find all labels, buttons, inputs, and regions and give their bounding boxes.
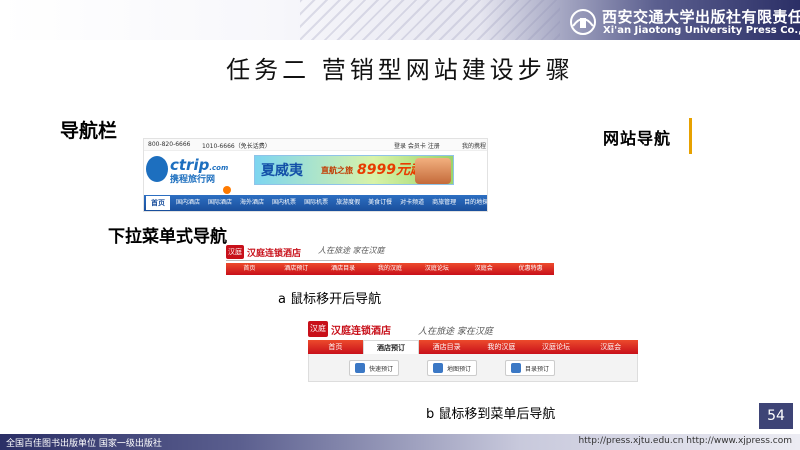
nav-item[interactable]: 国内酒店 xyxy=(172,195,204,211)
footer-band: 全国百佳图书出版单位 国家一级出版社 http://press.xjtu.edu… xyxy=(0,434,800,450)
hanting-logo-name: 汉庭连锁酒店 xyxy=(331,325,391,337)
map-booking-label: 地图预订 xyxy=(447,365,472,373)
hanting-logo[interactable]: 汉庭 汉庭连锁酒店 xyxy=(226,243,301,261)
caption-a: a 鼠标移开后导航 xyxy=(278,292,382,307)
publisher-name-en: Xi'an Jiaotong University Press Co., Ltd… xyxy=(603,25,800,36)
caption-b: b 鼠标移到菜单后导航 xyxy=(426,407,556,422)
nav-item[interactable]: 汉庭论坛 xyxy=(413,263,460,275)
nav-item[interactable]: 国际机票 xyxy=(300,195,332,211)
nav-item[interactable]: 商旅管理 xyxy=(428,195,460,211)
nav-item[interactable]: 对卡频道 xyxy=(396,195,428,211)
nav-item[interactable]: 国内机票 xyxy=(268,195,300,211)
booking-icon xyxy=(355,363,365,373)
catalog-icon xyxy=(511,363,521,373)
hanting-slogan: 人在旅途 家在汉庭 xyxy=(418,327,493,337)
ctrip-ad-title: 夏威夷 xyxy=(261,163,303,179)
nav-item[interactable]: 目的地探索 xyxy=(460,195,487,211)
ctrip-nav-items: 国内酒店 国际酒店 海外酒店 国内机票 国际机票 旅游度假 美食订餐 对卡频道 商旅管理 目的地探… xyxy=(172,195,487,211)
dropdown-nav-label: 下拉菜单式导航 xyxy=(108,227,227,247)
catalog-booking-button[interactable]: 目录预订 xyxy=(505,360,556,376)
ctrip-ad-price: 8999元起 xyxy=(357,162,424,178)
hanting-divider xyxy=(226,260,361,261)
hanting-logo-name: 汉庭连锁酒店 xyxy=(247,248,302,259)
ctrip-logo[interactable]: ctrip.com 携程旅行网 xyxy=(146,154,246,185)
header-pattern xyxy=(300,0,560,40)
ctrip-ad-subtitle: 直航之旅 xyxy=(321,166,353,175)
hanting-logo-mark: 汉庭 xyxy=(308,321,328,337)
nav-item[interactable]: 酒店目录 xyxy=(320,263,367,275)
nav-item[interactable]: 首页 xyxy=(226,263,273,275)
ctrip-logo-com: .com xyxy=(209,164,229,172)
nav-item[interactable]: 海外酒店 xyxy=(236,195,268,211)
page-number: 54 xyxy=(759,403,793,429)
publisher-name: 西安交通大学出版社有限责任公司 xyxy=(602,8,800,26)
ctrip-ad-banner[interactable]: 夏威夷 直航之旅 8999元起 xyxy=(254,155,454,185)
hanting-nav-bar: 首页 酒店预订 酒店目录 我的汉庭 汉庭论坛 汉庭会 xyxy=(308,340,638,354)
ctrip-top-links[interactable]: 登录 会员卡 注册 xyxy=(394,141,440,150)
nav-item[interactable]: 汉庭会 xyxy=(583,340,638,354)
map-icon xyxy=(433,363,443,373)
nav-item[interactable]: 我的汉庭 xyxy=(367,263,414,275)
side-label: 网站导航 xyxy=(603,129,672,148)
footer-urls: http://press.xjtu.edu.cn http://www.xjpr… xyxy=(578,436,792,446)
ctrip-my-ctrip[interactable]: 我的携程 xyxy=(462,141,486,150)
nav-item-active[interactable]: 酒店预订 xyxy=(362,340,420,354)
ctrip-phone1: 800-820-6666 xyxy=(148,141,191,148)
ctrip-phone2: 1010-6666（免长话费） xyxy=(202,143,271,150)
ctrip-dolphin-icon xyxy=(146,156,168,182)
ctrip-ad-photo xyxy=(415,158,451,184)
nav-item[interactable]: 首页 xyxy=(308,340,363,354)
nav-item[interactable]: 汉庭会 xyxy=(460,263,507,275)
hanting-logo[interactable]: 汉庭 汉庭连锁酒店 xyxy=(308,320,391,338)
hanting-logo-mark: 汉庭 xyxy=(226,245,244,259)
nav-item[interactable]: 酒店目录 xyxy=(419,340,474,354)
hanting-dropdown-panel: 快速预订 地图预订 目录预订 xyxy=(308,354,638,382)
nav-item[interactable]: 国际酒店 xyxy=(204,195,236,211)
catalog-booking-label: 目录预订 xyxy=(525,365,550,373)
publisher-logo-icon xyxy=(570,9,596,35)
hanting-slogan: 人在旅途 家在汉庭 xyxy=(318,246,385,255)
nav-item[interactable]: 优惠特惠 xyxy=(507,263,554,275)
footer-left-text: 全国百佳图书出版单位 国家一级出版社 xyxy=(6,439,162,449)
page-title: 任务二 营销型网站建设步骤 xyxy=(226,56,574,84)
ctrip-new-badge-icon xyxy=(223,186,231,194)
ctrip-screenshot: 800-820-6666 1010-6666（免长话费） 登录 会员卡 注册 我… xyxy=(143,138,488,212)
ctrip-topbar: 800-820-6666 1010-6666（免长话费） 登录 会员卡 注册 我… xyxy=(144,139,487,151)
ctrip-logo-cn: 携程旅行网 xyxy=(170,175,216,185)
nav-item[interactable]: 我的汉庭 xyxy=(474,340,529,354)
hanting-nav-bar: 首页 酒店预订 酒店目录 我的汉庭 汉庭论坛 汉庭会 优惠特惠 xyxy=(226,263,554,275)
quick-booking-button[interactable]: 快速预订 xyxy=(349,360,400,376)
side-accent-bar xyxy=(689,118,692,154)
nav-item[interactable]: 酒店预订 xyxy=(273,263,320,275)
quick-booking-label: 快速预订 xyxy=(369,365,394,373)
ctrip-nav-menu: 首页 国内酒店 国际酒店 海外酒店 国内机票 国际机票 旅游度假 美食订餐 对卡频道 商旅管理目… xyxy=(144,195,487,211)
slide: 西安交通大学出版社有限责任公司 Xi'an Jiaotong Universit… xyxy=(0,0,800,450)
nav-item[interactable]: 美食订餐 xyxy=(364,195,396,211)
ctrip-nav-home[interactable]: 首页 xyxy=(146,196,170,210)
hanting-screenshot-b: 汉庭 汉庭连锁酒店 人在旅途 家在汉庭 首页 酒店预订 酒店目录 我的汉庭 汉庭论坛 汉庭… xyxy=(308,320,638,384)
hanting-screenshot-a: 汉庭 汉庭连锁酒店 人在旅途 家在汉庭 首页 酒店预订 酒店目录 我的汉庭 汉庭论坛 汉庭… xyxy=(226,243,554,277)
nav-item[interactable]: 旅游度假 xyxy=(332,195,364,211)
nav-label: 导航栏 xyxy=(60,120,118,142)
map-booking-button[interactable]: 地图预订 xyxy=(427,360,478,376)
nav-item[interactable]: 汉庭论坛 xyxy=(529,340,584,354)
